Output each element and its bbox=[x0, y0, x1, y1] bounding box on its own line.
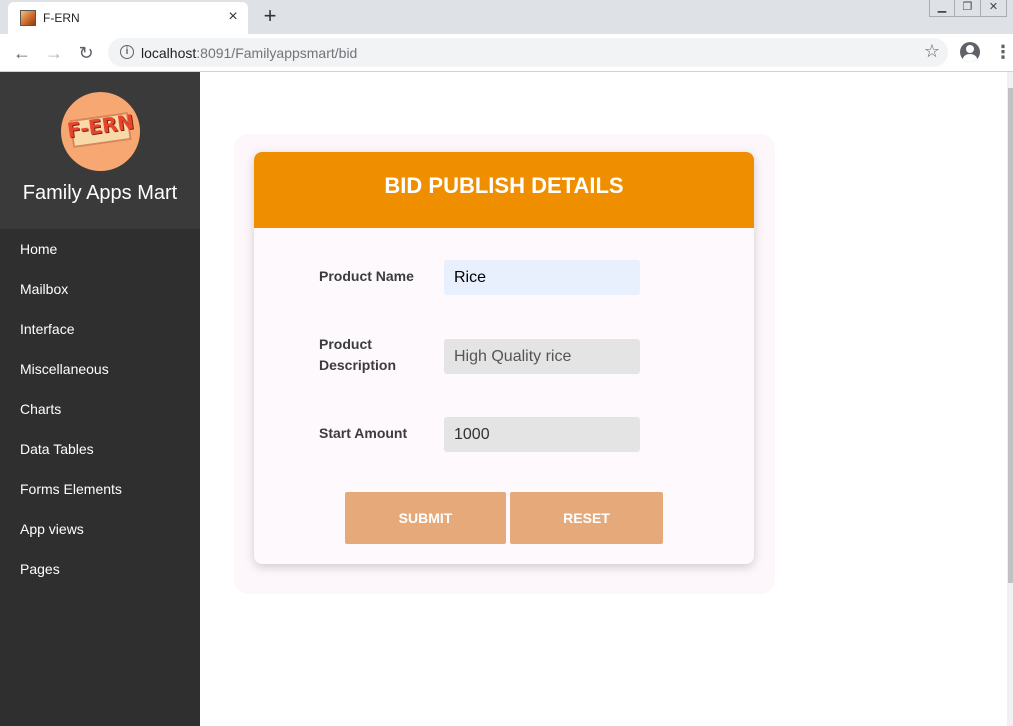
sidebar-item-interface[interactable]: Interface bbox=[0, 309, 200, 349]
sidebar-item-charts[interactable]: Charts bbox=[0, 389, 200, 429]
browser-toolbar: ← → ↻ i localhost:8091/Familyappsmart/bi… bbox=[0, 34, 1013, 72]
card-header: BID PUBLISH DETAILS bbox=[254, 152, 754, 228]
address-bar[interactable]: i localhost:8091/Familyappsmart/bid ☆ bbox=[108, 38, 948, 67]
start-amount-label: Start Amount bbox=[319, 425, 408, 441]
favicon-icon bbox=[20, 10, 36, 26]
minimize-icon[interactable]: ▁ bbox=[929, 0, 955, 17]
restore-icon[interactable]: ❐ bbox=[955, 0, 981, 17]
browser-tab-strip: F-ERN × + ▁ ❐ ✕ bbox=[0, 0, 1013, 34]
url-path: :8091/Familyappsmart/bid bbox=[196, 45, 358, 61]
sidebar-brand: F-ERN Family Apps Mart bbox=[0, 72, 200, 229]
fern-logo[interactable]: F-ERN bbox=[61, 92, 140, 171]
url-text[interactable]: localhost:8091/Familyappsmart/bid bbox=[141, 45, 357, 61]
product-description-label: Product Description bbox=[319, 334, 396, 376]
product-name-label: Product Name bbox=[319, 268, 414, 284]
window-controls: ▁ ❐ ✕ bbox=[929, 0, 1007, 18]
window-close-icon[interactable]: ✕ bbox=[981, 0, 1007, 17]
page-scrollbar-thumb[interactable] bbox=[1008, 88, 1013, 583]
card-title: BID PUBLISH DETAILS bbox=[384, 173, 624, 198]
sidebar: F-ERN Family Apps Mart Home Mailbox Inte… bbox=[0, 72, 200, 726]
url-host: localhost bbox=[141, 45, 197, 61]
back-arrow-icon[interactable]: ← bbox=[9, 40, 35, 66]
new-tab-icon[interactable]: + bbox=[258, 4, 282, 28]
start-amount-input[interactable] bbox=[444, 417, 640, 452]
brand-name: Family Apps Mart bbox=[22, 182, 178, 204]
sidebar-item-forms-elements[interactable]: Forms Elements bbox=[0, 469, 200, 509]
product-description-input[interactable] bbox=[444, 339, 640, 374]
sidebar-item-miscellaneous[interactable]: Miscellaneous bbox=[0, 349, 200, 389]
info-icon[interactable]: i bbox=[120, 45, 134, 59]
sidebar-menu: Home Mailbox Interface Miscellaneous Cha… bbox=[0, 229, 200, 589]
reload-icon[interactable]: ↻ bbox=[73, 40, 99, 66]
bid-publish-card: BID PUBLISH DETAILS Product Name Product… bbox=[254, 152, 754, 564]
sidebar-item-mailbox[interactable]: Mailbox bbox=[0, 269, 200, 309]
product-name-input[interactable] bbox=[444, 260, 640, 295]
browser-tab[interactable]: F-ERN × bbox=[8, 2, 248, 34]
tab-close-icon[interactable]: × bbox=[224, 8, 242, 26]
account-icon[interactable] bbox=[960, 42, 980, 62]
sidebar-item-home[interactable]: Home bbox=[0, 229, 200, 269]
forward-arrow-icon[interactable]: → bbox=[41, 40, 67, 66]
kebab-menu-icon[interactable]: ⋮ bbox=[994, 42, 1012, 62]
reset-button[interactable]: RESET bbox=[510, 492, 663, 544]
sidebar-item-pages[interactable]: Pages bbox=[0, 549, 200, 589]
sidebar-item-app-views[interactable]: App views bbox=[0, 509, 200, 549]
product-description-label-line1: Product bbox=[319, 336, 372, 352]
bookmark-star-icon[interactable]: ☆ bbox=[924, 41, 940, 62]
tab-title: F-ERN bbox=[43, 11, 80, 25]
sidebar-item-data-tables[interactable]: Data Tables bbox=[0, 429, 200, 469]
product-description-label-line2: Description bbox=[319, 357, 397, 373]
submit-button[interactable]: SUBMIT bbox=[345, 492, 506, 544]
